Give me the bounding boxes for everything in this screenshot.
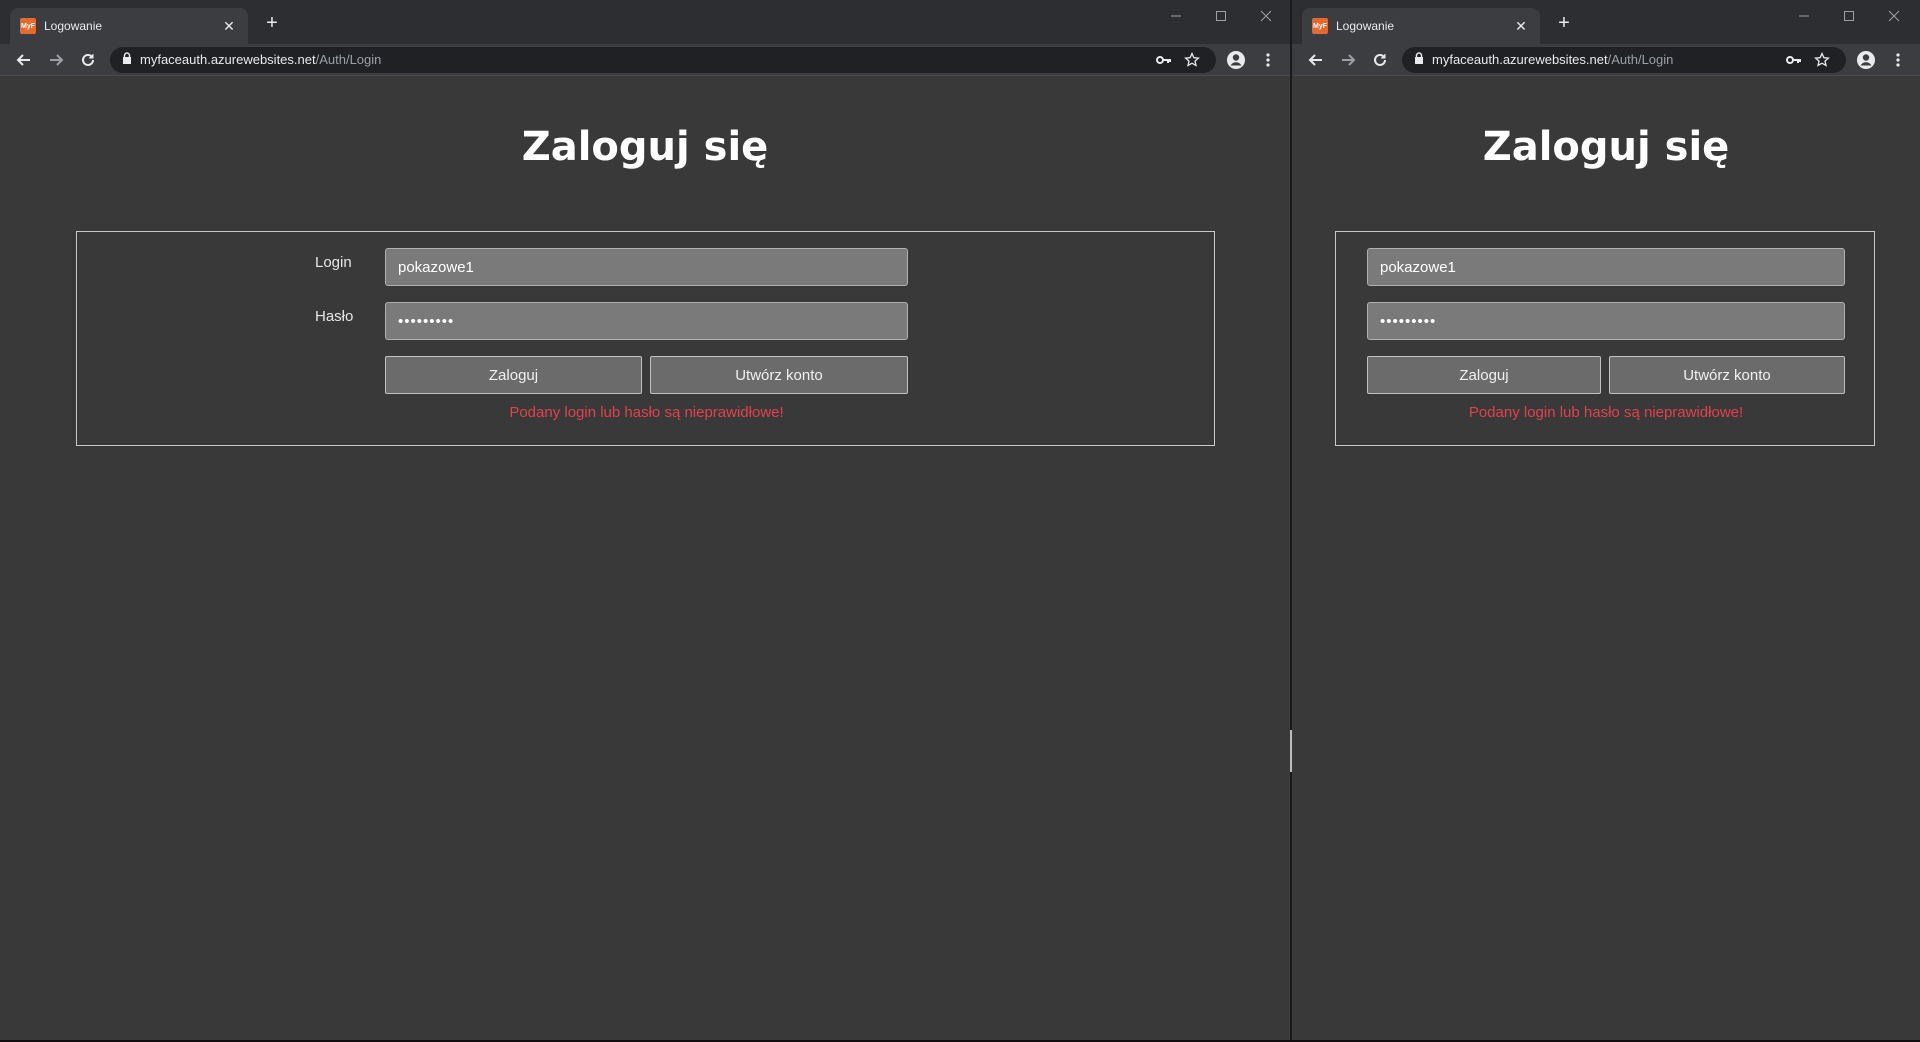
profile-icon[interactable] <box>1220 46 1252 74</box>
tab-title: Logowanie <box>1336 19 1395 33</box>
address-bar[interactable]: myfaceauth.azurewebsites.net/Auth/Login <box>1402 46 1846 73</box>
browser-window-left: MyF Logowanie ✕ + myfaceauth.azurewebsit… <box>0 0 1290 1040</box>
password-input[interactable]: ••••••••• <box>1367 302 1845 340</box>
login-button[interactable]: Zaloguj <box>1367 356 1601 394</box>
create-account-button[interactable]: Utwórz konto <box>1609 356 1845 394</box>
star-icon[interactable] <box>1178 49 1206 71</box>
url-text: myfaceauth.azurewebsites.net/Auth/Login <box>1432 52 1674 67</box>
login-label: Login <box>315 254 352 271</box>
maximize-icon[interactable] <box>1829 4 1869 28</box>
back-icon[interactable] <box>8 46 40 74</box>
address-bar[interactable]: myfaceauth.azurewebsites.net/Auth/Login <box>110 46 1216 73</box>
maximize-icon[interactable] <box>1201 4 1241 28</box>
login-form: pokazowe1 ••••••••• Zaloguj Utwórz konto… <box>1335 231 1875 446</box>
browser-tab[interactable]: MyF Logowanie ✕ <box>1302 8 1540 44</box>
forward-icon[interactable] <box>40 46 72 74</box>
tab-close-icon[interactable]: ✕ <box>1512 18 1530 35</box>
key-icon[interactable] <box>1780 49 1808 71</box>
tab-strip: MyF Logowanie ✕ + <box>0 0 1290 44</box>
close-icon[interactable] <box>1874 4 1914 28</box>
key-icon[interactable] <box>1150 49 1178 71</box>
lock-icon <box>122 51 132 69</box>
browser-window-right: MyF Logowanie ✕ + myfaceauth.azurewebsit… <box>1292 0 1920 1040</box>
password-input[interactable]: ••••••••• <box>385 302 908 340</box>
page-title: Zaloguj się <box>1482 124 1730 170</box>
tab-strip: MyF Logowanie ✕ + <box>1292 0 1920 44</box>
back-icon[interactable] <box>1300 46 1332 74</box>
login-form: Login pokazowe1 Hasło ••••••••• Zaloguj … <box>76 231 1215 446</box>
favicon-icon: MyF <box>20 18 36 34</box>
error-message: Podany login lub hasło są nieprawidłowe! <box>509 404 784 421</box>
browser-tab[interactable]: MyF Logowanie ✕ <box>10 8 248 44</box>
star-icon[interactable] <box>1808 49 1836 71</box>
login-input[interactable]: pokazowe1 <box>1367 248 1845 286</box>
page-content: Zaloguj się pokazowe1 ••••••••• Zaloguj … <box>1292 76 1920 1040</box>
tab-close-icon[interactable]: ✕ <box>220 18 238 35</box>
page-title: Zaloguj się <box>521 124 769 170</box>
page-content: Zaloguj się Login pokazowe1 Hasło ••••••… <box>0 76 1290 1040</box>
browser-toolbar: myfaceauth.azurewebsites.net/Auth/Login <box>0 44 1290 76</box>
menu-icon[interactable] <box>1882 46 1914 74</box>
minimize-icon[interactable] <box>1784 4 1824 28</box>
login-input[interactable]: pokazowe1 <box>385 248 908 286</box>
close-icon[interactable] <box>1246 4 1286 28</box>
browser-toolbar: myfaceauth.azurewebsites.net/Auth/Login <box>1292 44 1920 76</box>
new-tab-icon[interactable]: + <box>1554 12 1574 36</box>
login-button[interactable]: Zaloguj <box>385 356 642 394</box>
tab-title: Logowanie <box>44 19 103 33</box>
new-tab-icon[interactable]: + <box>262 12 282 36</box>
favicon-icon: MyF <box>1312 18 1328 34</box>
profile-icon[interactable] <box>1850 46 1882 74</box>
lock-icon <box>1414 51 1424 69</box>
error-message: Podany login lub hasło są nieprawidłowe! <box>1468 404 1744 421</box>
minimize-icon[interactable] <box>1156 4 1196 28</box>
create-account-button[interactable]: Utwórz konto <box>650 356 908 394</box>
reload-icon[interactable] <box>1364 46 1396 74</box>
menu-icon[interactable] <box>1252 46 1284 74</box>
password-label: Hasło <box>315 308 354 325</box>
reload-icon[interactable] <box>72 46 104 74</box>
url-text: myfaceauth.azurewebsites.net/Auth/Login <box>140 52 382 67</box>
forward-icon[interactable] <box>1332 46 1364 74</box>
